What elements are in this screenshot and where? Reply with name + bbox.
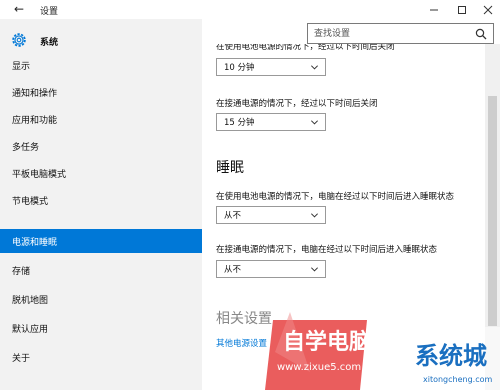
sidebar-item-label: 节电模式	[12, 196, 49, 207]
back-arrow-icon[interactable]: ←	[14, 2, 24, 16]
sidebar-item-label: 通知和操作	[12, 88, 58, 99]
close-button[interactable]	[474, 0, 500, 19]
screen-plugged-dropdown[interactable]: 15 分钟	[216, 113, 326, 131]
sidebar-item-about[interactable]: 关于	[0, 345, 202, 369]
screen-battery-label: 在使用电池电源的情况下，经过以下时间后关闭	[216, 44, 395, 52]
dropdown-value: 从不	[224, 211, 242, 221]
sidebar-item-label: 显示	[12, 61, 31, 72]
sidebar-item-label: 脱机地图	[12, 295, 49, 306]
sidebar-item-multitasking[interactable]: 多任务	[0, 134, 202, 158]
search-box[interactable]	[307, 23, 494, 44]
sidebar-item-label: 电源和睡眠	[12, 237, 58, 248]
minimize-icon	[430, 9, 438, 10]
dropdown-value: 15 分钟	[224, 118, 255, 128]
chevron-down-icon	[310, 267, 319, 272]
sleep-battery-label: 在使用电池电源的情况下，电脑在经过以下时间后进入睡眠状态	[216, 192, 455, 202]
sidebar-item-offline-maps[interactable]: 脱机地图	[0, 287, 202, 311]
sleep-plugged-label: 在接通电源的情况下，电脑在经过以下时间后进入睡眠状态	[216, 245, 438, 255]
sidebar-item-apps[interactable]: 应用和功能	[0, 107, 202, 131]
sidebar-item-display[interactable]: 显示	[0, 53, 202, 77]
sleep-battery-dropdown[interactable]: 从不	[216, 206, 326, 224]
sidebar-header: 系统	[0, 25, 202, 55]
sidebar-item-label: 关于	[12, 353, 31, 364]
search-input[interactable]	[308, 23, 476, 44]
gear-icon	[12, 33, 26, 47]
sidebar-item-label: 存储	[12, 266, 31, 277]
sidebar-item-label: 多任务	[12, 142, 40, 153]
screen-plugged-label: 在接通电源的情况下，经过以下时间后关闭	[216, 99, 378, 109]
search-icon[interactable]	[475, 28, 487, 40]
sleep-plugged-dropdown[interactable]: 从不	[216, 260, 326, 278]
sidebar-item-tablet-mode[interactable]: 平板电脑模式	[0, 161, 202, 185]
chevron-down-icon	[310, 120, 319, 125]
watermark-line4: xitongcheng.com	[423, 375, 493, 384]
maximize-icon	[458, 5, 466, 14]
watermark-line3: 系统城	[415, 342, 487, 370]
sidebar: 系统 显示 通知和操作 应用和功能 多任务 平板电脑模式 节电模式 电源和睡眠 …	[0, 19, 202, 390]
sidebar-item-storage[interactable]: 存储	[0, 258, 202, 282]
watermark-line1: 自学电脑网	[283, 329, 393, 355]
sidebar-item-power-sleep[interactable]: 电源和睡眠	[0, 229, 202, 253]
scroll-thumb[interactable]	[488, 96, 497, 326]
maximize-button[interactable]	[448, 0, 476, 19]
window-title: 设置	[40, 7, 59, 17]
minimize-button[interactable]	[420, 0, 448, 19]
screen-battery-dropdown[interactable]: 10 分钟	[216, 58, 326, 76]
watermark-line2: www.zixue5.com	[277, 362, 361, 373]
sidebar-item-label: 应用和功能	[12, 115, 58, 126]
sidebar-item-default-apps[interactable]: 默认应用	[0, 316, 202, 340]
dropdown-value: 从不	[224, 265, 242, 275]
dropdown-value: 10 分钟	[224, 63, 255, 73]
sleep-section-title: 睡眠	[216, 160, 244, 176]
sidebar-item-notifications[interactable]: 通知和操作	[0, 80, 202, 104]
sidebar-item-label: 默认应用	[12, 324, 49, 335]
chevron-down-icon	[310, 65, 319, 70]
sidebar-title: 系统	[40, 38, 59, 48]
sidebar-item-label: 平板电脑模式	[12, 169, 67, 180]
title-bar: ← 设置	[0, 0, 500, 19]
watermark-logo: 自学电脑网 www.zixue5.com 系统城 xitongcheng.com	[265, 312, 500, 390]
chevron-down-icon	[310, 213, 319, 218]
sidebar-item-battery-saver[interactable]: 节电模式	[0, 188, 202, 212]
close-icon	[483, 5, 493, 14]
